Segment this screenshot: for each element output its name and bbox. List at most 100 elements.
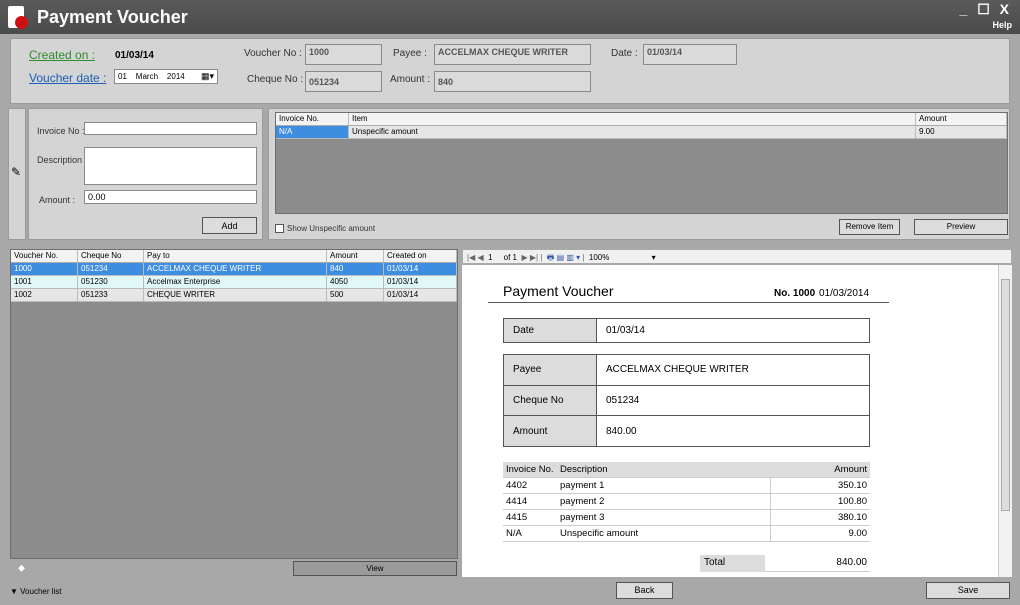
cell: 380.10 <box>769 509 870 526</box>
table-row[interactable]: N/A Unspecific amount 9.00 <box>276 126 1007 139</box>
report-cheque-label: Cheque No <box>503 384 597 417</box>
voucher-no-field[interactable]: 1000 <box>305 44 382 65</box>
cell: 1001 <box>11 276 78 288</box>
cell: 01/03/14 <box>384 276 457 288</box>
add-button[interactable]: Add <box>202 217 257 234</box>
col-cheque-no[interactable]: Cheque No <box>78 250 144 262</box>
report-item-row: 4414 payment 2 100.80 <box>503 493 870 510</box>
view-button[interactable]: View <box>293 561 457 576</box>
report-payee-value: ACCELMAX CHEQUE WRITER <box>596 354 870 386</box>
cell: 01/03/14 <box>384 289 457 301</box>
col-invoice-no[interactable]: Invoice No. <box>276 113 349 125</box>
report-total-label: Total <box>700 555 765 572</box>
voucher-date-month: March <box>135 72 159 81</box>
cell: 051234 <box>78 263 144 275</box>
voucher-list-grid: Voucher No. Cheque No Pay to Amount Crea… <box>10 249 458 559</box>
report-item-row: 4415 payment 3 380.10 <box>503 509 870 526</box>
next-page-icon[interactable]: ▶ ▶| <box>521 253 538 262</box>
cell: 051233 <box>78 289 144 301</box>
save-button[interactable]: Save <box>926 582 1010 599</box>
report-item-row: N/A Unspecific amount 9.00 <box>503 525 870 542</box>
show-unspecific-label[interactable]: Show Unspecific amount <box>287 224 375 233</box>
report-date-label: Date <box>503 318 597 343</box>
items-grid: Invoice No. Item Amount N/A Unspecific a… <box>275 112 1008 214</box>
list-pin-icon[interactable]: ⬥ <box>18 563 25 574</box>
report-scrollbar[interactable] <box>998 265 1012 577</box>
cell: 051230 <box>78 276 144 288</box>
report-details-table: Payee ACCELMAX CHEQUE WRITER Cheque No 051… <box>503 354 870 447</box>
report-date-table: Date 01/03/14 <box>503 318 870 343</box>
date-field[interactable]: 01/03/14 <box>643 44 737 65</box>
voucher-date-picker[interactable]: 01 March 2014 ▦▾ <box>114 69 218 84</box>
print-icon[interactable]: 🖶 ▤ ▥ ▾ <box>547 253 580 262</box>
help-link[interactable]: Help <box>992 20 1012 30</box>
cell: payment 2 <box>557 493 770 510</box>
payee-field[interactable]: ACCELMAX CHEQUE WRITER <box>434 44 591 65</box>
cheque-no-label: Cheque No : <box>247 74 304 85</box>
app-logo-dot <box>15 16 28 29</box>
report-date-value: 01/03/14 <box>596 318 870 343</box>
invoice-no-input[interactable] <box>84 122 257 135</box>
report-title: Payment Voucher <box>503 283 614 299</box>
report-col-invoice: Invoice No. <box>503 462 557 478</box>
items-grid-header: Invoice No. Item Amount <box>276 113 1007 126</box>
voucher-date-day: 01 <box>118 72 127 81</box>
description-input[interactable] <box>84 147 257 185</box>
voucher-list-toggle[interactable]: ▼ Voucher list <box>10 587 62 596</box>
item-amount-input[interactable]: 0.00 <box>84 190 257 204</box>
col-created-on[interactable]: Created on <box>384 250 457 262</box>
zoom-dropdown-icon[interactable]: ▾ <box>652 253 656 262</box>
cell: 1002 <box>11 289 78 301</box>
page-of: of 1 <box>503 253 517 262</box>
calendar-icon[interactable]: ▦▾ <box>201 71 214 82</box>
cell: payment 3 <box>557 509 770 526</box>
report-voucher-no: No. 1000 <box>774 288 816 299</box>
cell: 4415 <box>503 509 557 526</box>
report-items-table: Invoice No. Description Amount 4402 payme… <box>503 462 870 542</box>
cell: N/A <box>503 525 557 542</box>
page-number[interactable]: 1 <box>488 253 492 262</box>
cell: ACCELMAX CHEQUE WRITER <box>144 263 327 275</box>
invoice-no-label: Invoice No : <box>37 126 85 136</box>
preview-button[interactable]: Preview <box>914 219 1008 235</box>
cell: 4414 <box>503 493 557 510</box>
cell-item: Unspecific amount <box>349 126 916 138</box>
cell: Unspecific amount <box>557 525 770 542</box>
voucher-list-header: Voucher No. Cheque No Pay to Amount Crea… <box>11 250 457 263</box>
show-unspecific-checkbox[interactable] <box>275 224 284 233</box>
cell: 840 <box>327 263 384 275</box>
zoom-select[interactable]: 100% <box>589 253 609 262</box>
collapse-arrow-icon: ▼ <box>10 587 18 596</box>
report-voucher-date: 01/03/2014 <box>819 288 870 299</box>
cell: 4402 <box>503 477 557 494</box>
col-voucher-no[interactable]: Voucher No. <box>11 250 78 262</box>
cell: 100.80 <box>769 493 870 510</box>
report-title-rule <box>488 302 889 303</box>
col-amount[interactable]: Amount <box>327 250 384 262</box>
pencil-icon[interactable]: ✎ <box>11 165 21 179</box>
scrollbar-thumb[interactable] <box>1001 279 1010 511</box>
voucher-date-link[interactable]: Voucher date : <box>29 71 106 85</box>
report-amount-value: 840.00 <box>596 415 870 447</box>
description-label: Description : <box>37 155 88 165</box>
cell: CHEQUE WRITER <box>144 289 327 301</box>
remove-item-button[interactable]: Remove Item <box>839 219 900 235</box>
created-on-link[interactable]: Created on : <box>29 48 95 62</box>
table-row[interactable]: 1002 051233 CHEQUE WRITER 500 01/03/14 <box>11 289 457 302</box>
table-row[interactable]: 1000 051234 ACCELMAX CHEQUE WRITER 840 0… <box>11 263 457 276</box>
cell: 4050 <box>327 276 384 288</box>
cell-amount: 9.00 <box>916 126 1007 138</box>
amount-field[interactable]: 840 <box>434 71 591 92</box>
cheque-no-field[interactable]: 051234 <box>305 71 382 92</box>
col-item[interactable]: Item <box>349 113 916 125</box>
col-amount[interactable]: Amount <box>916 113 1007 125</box>
created-on-value: 01/03/14 <box>115 50 154 61</box>
voucher-list-toggle-label: Voucher list <box>20 587 62 596</box>
table-row[interactable]: 1001 051230 Accelmax Enterprise 4050 01/… <box>11 276 457 289</box>
col-pay-to[interactable]: Pay to <box>144 250 327 262</box>
first-page-icon[interactable]: |◀ ◀ <box>467 253 484 262</box>
report-amount-label: Amount <box>503 415 597 447</box>
report-payee-label: Payee <box>503 354 597 386</box>
window-controls[interactable]: _ ☐ X <box>960 1 1012 18</box>
back-button[interactable]: Back <box>616 582 673 599</box>
